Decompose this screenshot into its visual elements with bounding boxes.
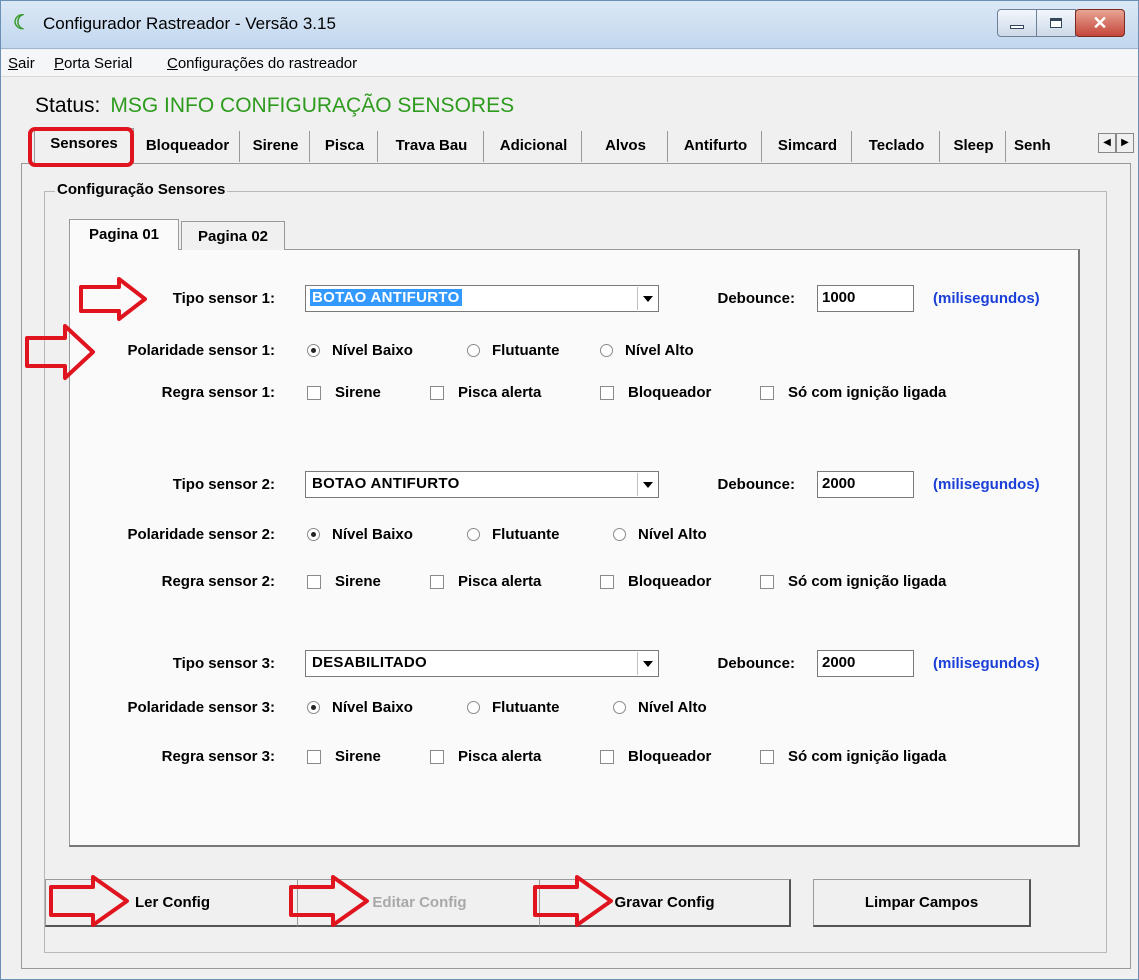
- arrow-right-icon: [25, 324, 95, 380]
- arrow-right-icon: [289, 875, 369, 927]
- highlight-box: [28, 127, 134, 167]
- app-window: ☾ Configurador Rastreador - Versão 3.15 …: [0, 0, 1139, 980]
- annotation-overlay: [25, 127, 613, 927]
- arrow-right-icon: [533, 875, 613, 927]
- arrow-right-icon: [49, 875, 129, 927]
- arrow-right-icon: [79, 277, 147, 321]
